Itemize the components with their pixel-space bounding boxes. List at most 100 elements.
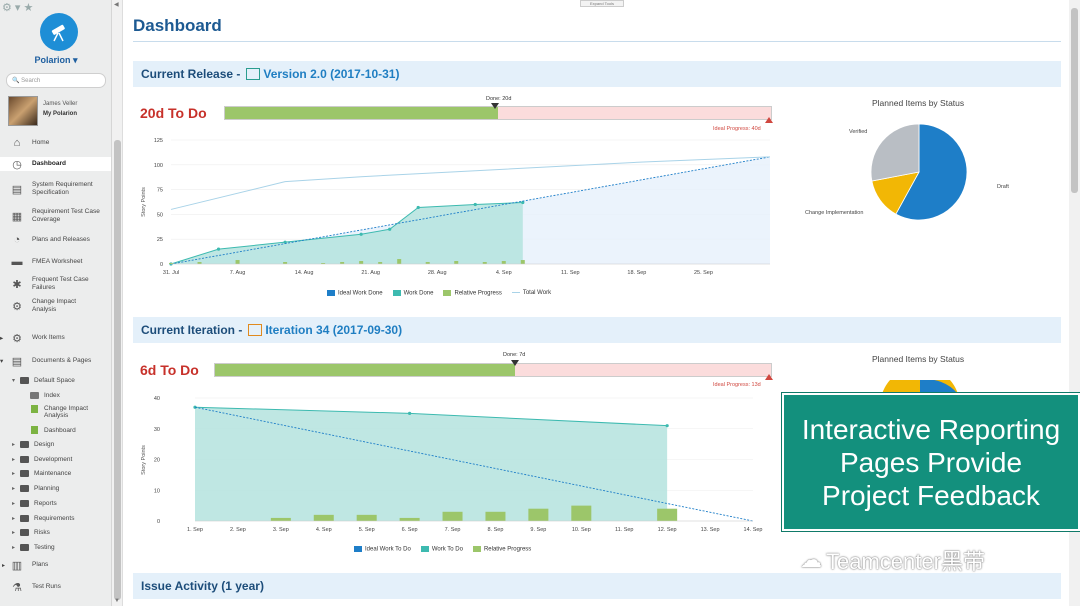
folder-icon — [20, 528, 29, 536]
release-done-marker-icon — [491, 103, 499, 109]
release-done-label: Done: 20d — [486, 96, 512, 102]
release-link[interactable]: Version 2.0 (2017-10-31) — [263, 67, 399, 81]
page-icon — [31, 426, 38, 434]
iteration-link[interactable]: Iteration 34 (2017-09-30) — [265, 323, 402, 337]
sidebar-item-plans-and-releases[interactable]: ◔ Plans and Releases — [0, 233, 111, 246]
work-done-point — [473, 202, 477, 207]
clock-icon: ◔ — [13, 233, 21, 246]
tree-item-change-impact-analysis[interactable]: Change Impact Analysis — [0, 403, 111, 421]
chevron-right-icon[interactable]: ▸ — [12, 485, 15, 492]
chevron-down-icon[interactable]: ▾ — [0, 357, 3, 365]
sidebar-item-work-items[interactable]: ▸ ⚙ Work Items — [0, 331, 111, 345]
folder-icon: ▬ — [11, 255, 23, 268]
search-input[interactable]: 🔍 Search — [6, 73, 106, 88]
folder-icon — [20, 484, 29, 492]
plans-icon: ▥ — [11, 559, 23, 572]
iteration-done-label: Done: 7d — [503, 352, 526, 358]
legend-relative[interactable]: Relative Progress — [443, 290, 502, 297]
tree-item-testing[interactable]: ▸ Testing — [0, 541, 111, 553]
relative-progress-bar — [520, 260, 525, 264]
release-progress-fill — [225, 107, 498, 119]
sidebar-item-documents-pages[interactable]: ▾ ▤ Documents & Pages — [0, 354, 111, 368]
tree-item-maintenance[interactable]: ▸ Maintenance — [0, 467, 111, 479]
y-tick-label: 25 — [157, 237, 163, 243]
gear-icon: ⚙ — [12, 300, 22, 313]
tree-item-risks[interactable]: ▸ Risks — [0, 526, 111, 538]
release-burnup-svg: 0 25 50 75 100 125 31. Jul 7. Aug 14. Aug 21. Aug… — [141, 138, 771, 276]
iteration-ideal-label: Ideal Progress: 13d — [713, 382, 761, 388]
scroll-down-icon[interactable]: ▼ — [114, 598, 120, 604]
legend-total[interactable]: Total Work — [511, 290, 551, 296]
x-tick-label: 6. Sep — [402, 527, 418, 533]
y-tick-label: 50 — [157, 212, 163, 218]
legend-ideal-todo[interactable]: Ideal Work To Do — [354, 546, 411, 553]
legend-ideal[interactable]: Ideal Work Done — [327, 290, 383, 297]
relative-progress-bar — [359, 261, 364, 264]
release-todo: 20d To Do — [140, 105, 207, 121]
chevron-down-icon[interactable]: ▾ — [12, 377, 15, 384]
documents-icon: ▤ — [11, 355, 23, 368]
overlay-line-3: Project Feedback — [822, 479, 1040, 511]
table-icon: ▦ — [11, 210, 23, 223]
document-icon: ▤ — [11, 183, 23, 196]
x-tick-label: 12. Sep — [658, 527, 677, 533]
legend-relative-2[interactable]: Relative Progress — [472, 546, 531, 553]
sidebar-item-system-requirement-specification[interactable]: ▤ System Requirement Specification — [0, 176, 111, 202]
y-tick-label: 10 — [154, 488, 160, 494]
tree-item-development[interactable]: ▸ Development — [0, 453, 111, 465]
user-panel[interactable]: James Veller My Polarion — [8, 96, 108, 128]
y-axis-label: Story Points — [141, 445, 147, 475]
scroll-up-icon[interactable]: ◀ — [114, 2, 119, 8]
tree-item-reports[interactable]: ▸ Reports — [0, 497, 111, 509]
tree-item-default-space[interactable]: ▾ Default Space — [0, 374, 111, 386]
relative-progress-bar — [528, 508, 549, 521]
project-name[interactable]: Polarion ▾ — [0, 55, 111, 66]
sidebar-item-fmea-worksheet[interactable]: ▬ FMEA Worksheet — [0, 255, 111, 268]
sidebar-item-test-runs[interactable]: ⚗ Test Runs — [0, 580, 111, 594]
iteration-progress-bar — [214, 363, 772, 377]
chevron-right-icon[interactable]: ▸ — [0, 334, 3, 342]
chevron-right-icon[interactable]: ▸ — [12, 456, 15, 463]
chevron-right-icon[interactable]: ▸ — [12, 441, 15, 448]
sidebar-item-plans[interactable]: ▸ ▥ Plans — [0, 558, 111, 572]
chevron-right-icon[interactable]: ▸ — [2, 562, 5, 569]
flask-icon: ⚗ — [12, 581, 22, 594]
tree-item-design[interactable]: ▸ Design — [0, 438, 111, 450]
tree-item-dashboard[interactable]: Dashboard — [0, 424, 111, 436]
y-tick-label: 20 — [154, 458, 160, 464]
title-divider — [133, 41, 1061, 42]
y-tick-label: 0 — [160, 262, 163, 268]
page-icon — [31, 405, 38, 413]
chevron-right-icon[interactable]: ▸ — [12, 544, 15, 551]
legend-work-todo[interactable]: Work To Do — [420, 546, 463, 553]
chevron-right-icon[interactable]: ▸ — [12, 515, 15, 522]
tree-item-requirements[interactable]: ▸ Requirements — [0, 512, 111, 524]
folder-icon — [20, 455, 29, 463]
sidebar-scrollbar[interactable]: ◀ ▼ — [112, 0, 123, 606]
my-polarion-link[interactable]: My Polarion — [43, 111, 77, 117]
sidebar-item-home[interactable]: ⌂ Home — [0, 136, 111, 149]
y-tick-label: 30 — [154, 427, 160, 433]
chevron-right-icon[interactable]: ▸ — [12, 500, 15, 507]
release-pie-chart — [870, 123, 968, 221]
work-done-point — [359, 232, 363, 236]
work-todo-point — [408, 411, 412, 415]
tree-item-index[interactable]: Index — [0, 389, 111, 401]
x-tick-label: 21. Aug — [361, 270, 380, 276]
sidebar-settings-icon[interactable]: ⚙ ▾ ★ — [2, 1, 33, 14]
chevron-right-icon[interactable]: ▸ — [12, 529, 15, 536]
chevron-right-icon[interactable]: ▸ — [12, 470, 15, 477]
sidebar-item-change-impact-analysis[interactable]: ⚙ Change Impact Analysis — [0, 297, 111, 315]
iteration-todo: 6d To Do — [140, 362, 199, 378]
sidebar-scroll-thumb[interactable] — [114, 140, 121, 600]
polarion-logo-icon[interactable] — [40, 13, 78, 51]
sidebar-item-requirement-test-case-coverage[interactable]: ▦ Requirement Test Case Coverage — [0, 207, 111, 225]
y-tick-label: 75 — [157, 188, 163, 194]
tree-item-planning[interactable]: ▸ Planning — [0, 482, 111, 494]
folder-icon — [20, 376, 29, 384]
sidebar-item-dashboard[interactable]: ◷ Dashboard — [0, 157, 111, 171]
x-tick-label: 11. Sep — [615, 527, 634, 533]
main-scroll-thumb[interactable] — [1071, 8, 1078, 193]
legend-work-done[interactable]: Work Done — [392, 290, 433, 297]
sidebar-item-frequent-test-case-failures[interactable]: ✱ Frequent Test Case Failures — [0, 275, 111, 293]
